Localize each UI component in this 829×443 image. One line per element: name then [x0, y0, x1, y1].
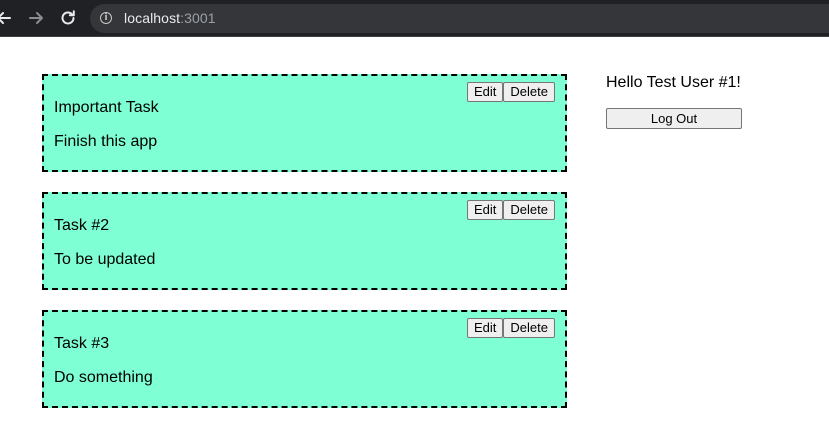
edit-button[interactable]: Edit — [467, 318, 504, 338]
browser-toolbar: i localhost:3001 — [0, 0, 829, 37]
url-port: :3001 — [180, 10, 216, 26]
task-title: Task #3 — [54, 335, 110, 352]
task-card: Edit Delete Task #3 Do something — [42, 310, 567, 408]
info-icon[interactable]: i — [100, 12, 112, 24]
url-text[interactable]: localhost:3001 — [124, 10, 216, 27]
task-actions: Edit Delete — [467, 318, 555, 338]
task-description: Do something — [54, 369, 153, 386]
task-card: Edit Delete Important Task Finish this a… — [42, 74, 567, 172]
logout-button[interactable]: Log Out — [606, 108, 742, 129]
greeting-text: Hello Test User #1! — [606, 74, 741, 91]
forward-arrow-icon[interactable] — [26, 8, 46, 28]
delete-button[interactable]: Delete — [503, 318, 555, 338]
task-description: Finish this app — [54, 133, 158, 150]
back-arrow-icon[interactable] — [0, 8, 14, 28]
task-description: To be updated — [54, 251, 156, 268]
task-actions: Edit Delete — [467, 200, 555, 220]
address-bar[interactable]: i localhost:3001 — [90, 4, 829, 33]
delete-button[interactable]: Delete — [503, 82, 555, 102]
url-host: localhost — [124, 10, 181, 26]
task-actions: Edit Delete — [467, 82, 555, 102]
task-title: Task #2 — [54, 217, 110, 234]
delete-button[interactable]: Delete — [503, 200, 555, 220]
task-card: Edit Delete Task #2 To be updated — [42, 192, 567, 290]
edit-button[interactable]: Edit — [467, 82, 504, 102]
task-list: Edit Delete Important Task Finish this a… — [42, 74, 567, 428]
task-title: Important Task — [54, 99, 159, 116]
reload-icon[interactable] — [58, 8, 78, 28]
user-panel: Hello Test User #1! Log Out — [606, 73, 742, 129]
edit-button[interactable]: Edit — [467, 200, 504, 220]
